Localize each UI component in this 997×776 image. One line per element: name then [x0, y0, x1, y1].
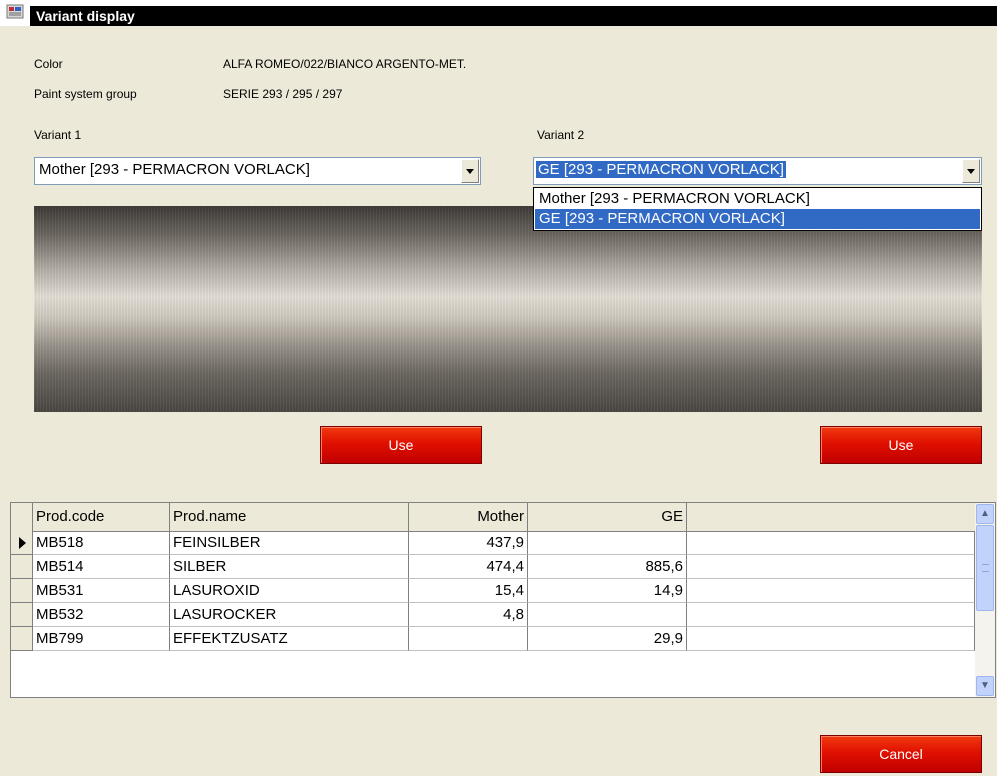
table-cell-ge[interactable]: 14,9 [528, 579, 687, 603]
variant2-dropdown-list: Mother [293 - PERMACRON VORLACK] GE [293… [533, 187, 982, 231]
table-cell-code[interactable]: MB799 [33, 627, 170, 651]
header-ge[interactable]: GE [528, 503, 687, 531]
table-cell-blank [687, 555, 975, 579]
table-vertical-scrollbar[interactable]: ▲ ▼ [975, 503, 995, 697]
use-variant2-button[interactable]: Use [820, 426, 982, 464]
variant2-option-ge[interactable]: GE [293 - PERMACRON VORLACK] [535, 209, 980, 229]
variant1-selected-value: Mother [293 - PERMACRON VORLACK] [39, 161, 310, 178]
table-cell-mother[interactable] [409, 627, 528, 651]
scroll-down-icon[interactable]: ▼ [976, 676, 994, 696]
table-cell-ge[interactable] [528, 531, 687, 555]
variant1-select[interactable]: Mother [293 - PERMACRON VORLACK] [34, 157, 481, 185]
chevron-down-icon[interactable] [962, 159, 980, 183]
variant2-selected-value: GE [293 - PERMACRON VORLACK] [536, 161, 786, 178]
variant1-label: Variant 1 [34, 128, 82, 142]
scrollbar-thumb[interactable] [976, 525, 994, 611]
table-cell-ge[interactable]: 885,6 [528, 555, 687, 579]
table-cell-name[interactable]: SILBER [170, 555, 409, 579]
app-icon [6, 4, 24, 19]
table-header: Prod.code Prod.name Mother GE [11, 503, 975, 532]
header-prod-name[interactable]: Prod.name [170, 503, 409, 531]
table-cell-ge[interactable]: 29,9 [528, 627, 687, 651]
row-indicator[interactable] [11, 627, 33, 651]
variant2-color-swatch [510, 206, 982, 412]
table-cell-name[interactable]: LASUROXID [170, 579, 409, 603]
paint-system-value: SERIE 293 / 295 / 297 [223, 87, 343, 101]
header-blank [687, 503, 975, 531]
row-indicator-current[interactable] [11, 531, 33, 555]
use-variant1-button[interactable]: Use [320, 426, 482, 464]
table-cell-mother[interactable]: 474,4 [409, 555, 528, 579]
table-cell-mother[interactable]: 4,8 [409, 603, 528, 627]
row-indicator[interactable] [11, 603, 33, 627]
table-cell-code[interactable]: MB532 [33, 603, 170, 627]
product-table: Prod.code Prod.name Mother GE MB518 FEIN… [10, 502, 996, 698]
row-indicator[interactable] [11, 555, 33, 579]
table-cell-code[interactable]: MB518 [33, 531, 170, 555]
color-value: ALFA ROMEO/022/BIANCO ARGENTO-MET. [223, 57, 467, 71]
cancel-button[interactable]: Cancel [820, 735, 982, 773]
title-bar-fill [30, 6, 997, 26]
chevron-down-icon[interactable] [461, 159, 479, 183]
variant1-color-swatch [34, 206, 510, 412]
table-cell-name[interactable]: LASUROCKER [170, 603, 409, 627]
table-cell-mother[interactable]: 437,9 [409, 531, 528, 555]
table-cell-name[interactable]: EFFEKTZUSATZ [170, 627, 409, 651]
header-row-indicator [11, 503, 33, 531]
variant2-select[interactable]: GE [293 - PERMACRON VORLACK] [533, 157, 982, 185]
title-bar: Variant display [0, 0, 997, 26]
row-indicator[interactable] [11, 579, 33, 603]
variant2-label: Variant 2 [537, 128, 585, 142]
table-cell-blank [687, 603, 975, 627]
table-cell-blank [687, 627, 975, 651]
table-cell-mother[interactable]: 15,4 [409, 579, 528, 603]
header-prod-code[interactable]: Prod.code [33, 503, 170, 531]
table-cell-blank [687, 531, 975, 555]
window-title: Variant display [36, 8, 135, 24]
table-cell-code[interactable]: MB531 [33, 579, 170, 603]
scroll-up-icon[interactable]: ▲ [976, 504, 994, 524]
header-mother[interactable]: Mother [409, 503, 528, 531]
table-cell-blank [687, 579, 975, 603]
paint-system-label: Paint system group [34, 87, 137, 101]
color-label: Color [34, 57, 63, 71]
table-cell-name[interactable]: FEINSILBER [170, 531, 409, 555]
variant2-option-mother[interactable]: Mother [293 - PERMACRON VORLACK] [535, 189, 980, 209]
table-cell-ge[interactable] [528, 603, 687, 627]
table-cell-code[interactable]: MB514 [33, 555, 170, 579]
